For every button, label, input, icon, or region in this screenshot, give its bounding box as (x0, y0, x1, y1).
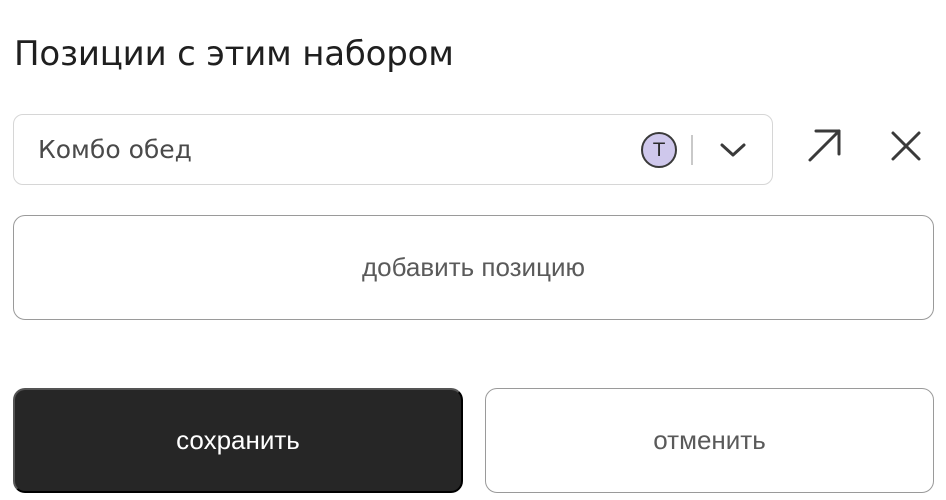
close-icon (884, 131, 928, 172)
add-position-button[interactable]: добавить позицию (13, 215, 934, 320)
select-divider (691, 135, 693, 165)
cancel-button[interactable]: отменить (485, 388, 934, 493)
save-button[interactable]: сохранить (13, 388, 463, 493)
type-badge: Т (641, 132, 677, 168)
position-select[interactable]: Комбо обед Т (13, 114, 773, 185)
remove-position-button[interactable] (884, 124, 928, 168)
open-position-button[interactable] (803, 124, 847, 168)
chevron-down-icon[interactable] (717, 139, 749, 161)
position-select-value: Комбо обед (38, 135, 192, 164)
arrow-up-right-icon (803, 129, 847, 172)
section-title: Позиции с этим набором (14, 34, 454, 74)
